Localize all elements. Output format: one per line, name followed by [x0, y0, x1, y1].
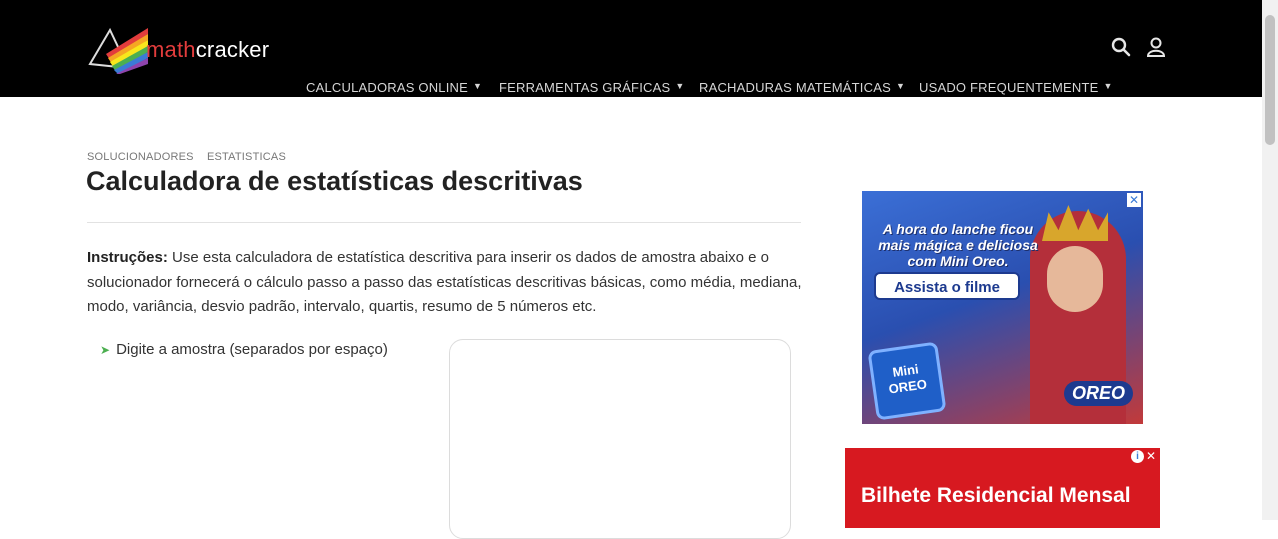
nav-label: CALCULADORAS ONLINE [306, 80, 469, 95]
instructions-label: Instruções: [87, 249, 168, 266]
page-title: Calculadora de estatísticas descritivas [86, 166, 583, 196]
caret-down-icon: ▼ [473, 81, 483, 91]
logo-text: mathcracker [146, 37, 269, 63]
logo-text-cracker: cracker [195, 37, 270, 62]
main-nav: CALCULADORAS ONLINE ▼ FERRAMENTAS GRÁFICA… [0, 80, 1262, 97]
title-divider [87, 222, 801, 223]
site-header: mathcracker CALCULADORAS ONLINE ▼ FERRAME… [0, 0, 1262, 97]
ad-headline: A hora do lanche ficou mais mágica e del… [878, 221, 1038, 269]
nav-calculadoras-online[interactable]: CALCULADORAS ONLINE ▼ [306, 80, 482, 95]
nav-usado-frequentemente[interactable]: USADO FREQUENTEMENTE ▼ [919, 80, 1113, 95]
ad-face [1047, 246, 1103, 312]
instructions-text: Instruções: Use esta calculadora de esta… [87, 246, 807, 320]
close-icon[interactable]: ✕ [1144, 449, 1158, 463]
caret-down-icon: ▼ [895, 81, 906, 91]
breadcrumb: SOLUCIONADORES ESTATISTICAS [87, 151, 296, 163]
nav-label: FERRAMENTAS GRÁFICAS [499, 80, 671, 95]
logo-text-math: math [146, 37, 196, 62]
sample-label-text: Digite a amostra (separados por espaço) [116, 341, 388, 358]
advertisement-bilhete[interactable]: i ✕ Bilhete Residencial Mensal [845, 448, 1160, 528]
scrollbar-thumb[interactable] [1265, 15, 1275, 145]
ad-brand-logo: OREO [1063, 381, 1133, 406]
page-scrollbar[interactable] [1262, 0, 1278, 520]
instructions-body: Use esta calculadora de estatística desc… [87, 249, 802, 315]
mathcracker-logo[interactable]: mathcracker [88, 24, 278, 74]
sample-input[interactable] [449, 339, 791, 539]
advertisement-oreo[interactable]: ✕ A hora do lanche ficou mais mágica e d… [862, 191, 1143, 424]
caret-down-icon: ▼ [1103, 81, 1113, 91]
search-icon[interactable] [1111, 37, 1131, 57]
breadcrumb-item-solucionadores[interactable]: SOLUCIONADORES [87, 151, 194, 163]
nav-label: RACHADURAS MATEMÁTICAS [699, 80, 891, 95]
sample-field-label: ➤ Digite a amostra (separados por espaço) [100, 341, 388, 358]
arrow-right-icon: ➤ [100, 343, 111, 357]
logo-prism-icon [88, 27, 148, 74]
ad-text: Bilhete Residencial Mensal [861, 484, 1131, 507]
user-icon[interactable] [1146, 37, 1166, 57]
close-icon[interactable]: ✕ [1127, 193, 1141, 207]
nav-label: USADO FREQUENTEMENTE [919, 80, 1099, 95]
ad-product-pack: Mini OREO [867, 341, 947, 421]
nav-ferramentas-graficas[interactable]: FERRAMENTAS GRÁFICAS ▼ [499, 80, 684, 95]
ad-info-icon[interactable]: i [1131, 450, 1144, 463]
caret-down-icon: ▼ [675, 81, 685, 91]
ad-cta-button[interactable]: Assista o filme [874, 272, 1020, 300]
breadcrumb-item-estatisticas[interactable]: ESTATISTICAS [207, 151, 286, 163]
nav-rachaduras-matematicas[interactable]: RACHADURAS MATEMÁTICAS ▼ [699, 80, 905, 95]
